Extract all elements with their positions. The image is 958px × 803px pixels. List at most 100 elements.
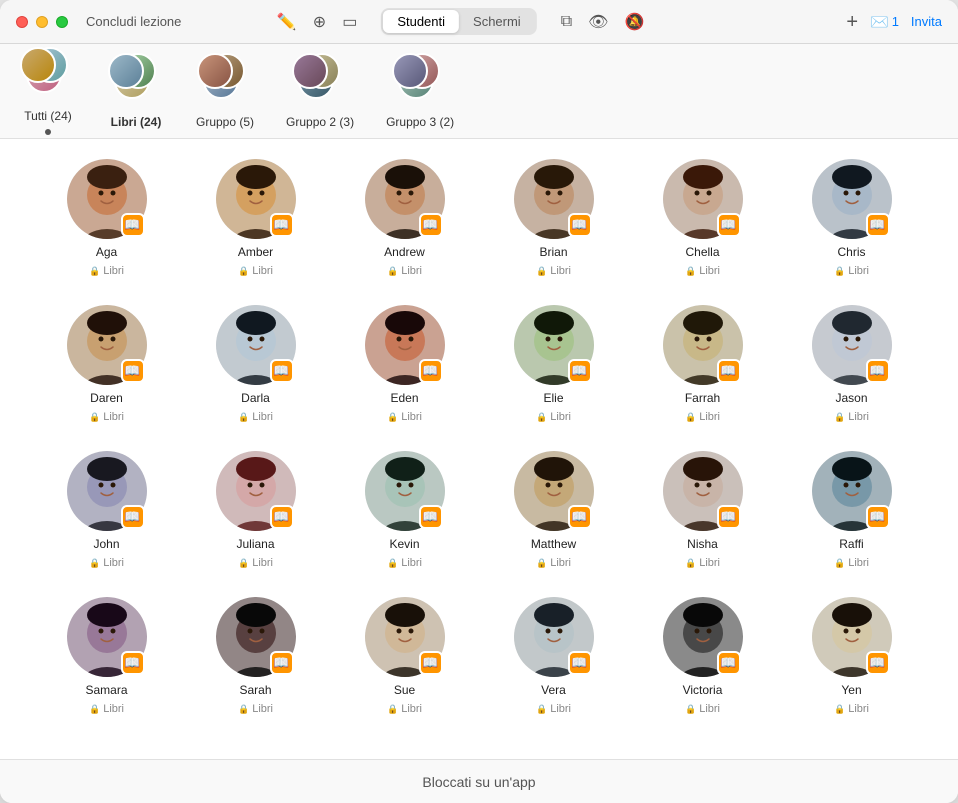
student-card-andrew[interactable]: 📖 Andrew 🔒 Libri bbox=[338, 159, 471, 277]
student-card-matthew[interactable]: 📖 Matthew 🔒 Libri bbox=[487, 451, 620, 569]
group-tutti[interactable]: Tutti (24) bbox=[20, 47, 76, 135]
books-badge: 📖 bbox=[568, 505, 592, 529]
student-card-elie[interactable]: 📖 Elie 🔒 Libri bbox=[487, 305, 620, 423]
tab-studenti[interactable]: Studenti bbox=[383, 10, 459, 33]
student-sub: 🔒 Libri bbox=[536, 557, 571, 569]
minimize-button[interactable] bbox=[36, 16, 48, 28]
student-card-raffi[interactable]: 📖 Raffi 🔒 Libri bbox=[785, 451, 918, 569]
student-card-brian[interactable]: 📖 Brian 🔒 Libri bbox=[487, 159, 620, 277]
student-card-jason[interactable]: 📖 Jason 🔒 Libri bbox=[785, 305, 918, 423]
maximize-button[interactable] bbox=[56, 16, 68, 28]
group-3-avatars bbox=[392, 53, 448, 109]
badge-button[interactable]: ✉️ 1 bbox=[870, 13, 899, 31]
bell-icon[interactable]: 🔕 bbox=[624, 12, 644, 32]
conclude-lezione-button[interactable]: Concludi lezione bbox=[80, 10, 187, 33]
group-1[interactable]: Gruppo (5) bbox=[196, 53, 254, 129]
student-card-victoria[interactable]: 📖 Victoria 🔒 Libri bbox=[636, 597, 769, 715]
student-card-chella[interactable]: 📖 Chella 🔒 Libri bbox=[636, 159, 769, 277]
group-3[interactable]: Gruppo 3 (2) bbox=[386, 53, 454, 129]
student-card-yen[interactable]: 📖 Yen 🔒 Libri bbox=[785, 597, 918, 715]
student-card-daren[interactable]: 📖 Daren 🔒 Libri bbox=[40, 305, 173, 423]
student-card-nisha[interactable]: 📖 Nisha 🔒 Libri bbox=[636, 451, 769, 569]
books-badge: 📖 bbox=[270, 651, 294, 675]
books-badge: 📖 bbox=[419, 651, 443, 675]
tab-schermi[interactable]: Schermi bbox=[459, 10, 535, 33]
student-sub: 🔒 Libri bbox=[685, 703, 720, 715]
students-grid: 📖 Aga 🔒 Libri bbox=[40, 159, 918, 735]
student-card-sarah[interactable]: 📖 Sarah 🔒 Libri bbox=[189, 597, 322, 715]
group-libri-avatars bbox=[108, 53, 164, 109]
lock-icon: 🔒 bbox=[685, 704, 696, 715]
lock-icon: 🔒 bbox=[89, 266, 100, 277]
badge-count: 1 bbox=[892, 14, 899, 29]
student-avatar-wrap: 📖 bbox=[663, 597, 743, 677]
student-avatar-wrap: 📖 bbox=[216, 159, 296, 239]
student-name: Eden bbox=[390, 391, 418, 405]
student-sub: 🔒 Libri bbox=[89, 703, 124, 715]
books-badge: 📖 bbox=[121, 505, 145, 529]
main-content: 📖 Aga 🔒 Libri bbox=[0, 139, 958, 759]
student-avatar-wrap: 📖 bbox=[67, 451, 147, 531]
lock-icon: 🔒 bbox=[536, 704, 547, 715]
student-name: Yen bbox=[841, 683, 861, 697]
student-sub: 🔒 Libri bbox=[834, 411, 869, 423]
student-card-juliana[interactable]: 📖 Juliana 🔒 Libri bbox=[189, 451, 322, 569]
titlebar: Concludi lezione ✏️ ⊕ ▭ Studenti Schermi… bbox=[0, 0, 958, 44]
close-button[interactable] bbox=[16, 16, 28, 28]
student-sub: 🔒 Libri bbox=[536, 703, 571, 715]
books-badge: 📖 bbox=[717, 505, 741, 529]
screen-icon[interactable]: ▭ bbox=[342, 12, 357, 32]
student-card-kevin[interactable]: 📖 Kevin 🔒 Libri bbox=[338, 451, 471, 569]
lock-icon: 🔒 bbox=[89, 412, 100, 423]
books-badge: 📖 bbox=[419, 505, 443, 529]
student-sub: 🔒 Libri bbox=[238, 265, 273, 277]
student-card-amber[interactable]: 📖 Amber 🔒 Libri bbox=[189, 159, 322, 277]
lock-icon: 🔒 bbox=[89, 704, 100, 715]
student-card-farrah[interactable]: 📖 Farrah 🔒 Libri bbox=[636, 305, 769, 423]
student-avatar-wrap: 📖 bbox=[812, 451, 892, 531]
student-card-darla[interactable]: 📖 Darla 🔒 Libri bbox=[189, 305, 322, 423]
student-sub: 🔒 Libri bbox=[536, 265, 571, 277]
student-sub: 🔒 Libri bbox=[536, 411, 571, 423]
traffic-lights bbox=[16, 16, 68, 28]
lock-icon: 🔒 bbox=[834, 558, 845, 569]
student-card-sue[interactable]: 📖 Sue 🔒 Libri bbox=[338, 597, 471, 715]
student-card-aga[interactable]: 📖 Aga 🔒 Libri bbox=[40, 159, 173, 277]
lock-icon: 🔒 bbox=[834, 412, 845, 423]
add-button[interactable]: + bbox=[846, 12, 858, 32]
pencil-icon[interactable]: ✏️ bbox=[277, 12, 297, 32]
lock-icon: 🔒 bbox=[834, 266, 845, 277]
student-card-eden[interactable]: 📖 Eden 🔒 Libri bbox=[338, 305, 471, 423]
student-card-samara[interactable]: 📖 Samara 🔒 Libri bbox=[40, 597, 173, 715]
bottom-bar-text: Bloccati su un'app bbox=[422, 774, 535, 790]
books-badge: 📖 bbox=[270, 359, 294, 383]
student-name: Farrah bbox=[685, 391, 720, 405]
group-2[interactable]: Gruppo 2 (3) bbox=[286, 53, 354, 129]
duplicate-icon[interactable]: ⧉ bbox=[561, 13, 572, 31]
lock-icon: 🔒 bbox=[238, 412, 249, 423]
titlebar-right: + ✉️ 1 Invita bbox=[846, 12, 942, 32]
student-card-chris[interactable]: 📖 Chris 🔒 Libri bbox=[785, 159, 918, 277]
student-name: Chella bbox=[685, 245, 719, 259]
student-sub: 🔒 Libri bbox=[89, 411, 124, 423]
student-card-vera[interactable]: 📖 Vera 🔒 Libri bbox=[487, 597, 620, 715]
group-libri[interactable]: Libri (24) bbox=[108, 53, 164, 129]
books-badge: 📖 bbox=[717, 359, 741, 383]
student-sub: 🔒 Libri bbox=[89, 557, 124, 569]
lock-icon: 🔒 bbox=[685, 558, 696, 569]
invite-button[interactable]: Invita bbox=[911, 14, 942, 29]
compass-icon[interactable]: ⊕ bbox=[313, 12, 326, 32]
group-1-avatars bbox=[197, 53, 253, 109]
student-name: Juliana bbox=[236, 537, 274, 551]
student-name: Sarah bbox=[239, 683, 271, 697]
eye-icon[interactable]: 👁 bbox=[588, 12, 608, 32]
group-libri-label: Libri (24) bbox=[111, 115, 162, 129]
student-card-john[interactable]: 📖 John 🔒 Libri bbox=[40, 451, 173, 569]
group-3-label: Gruppo 3 (2) bbox=[386, 115, 454, 129]
student-sub: 🔒 Libri bbox=[238, 557, 273, 569]
books-badge: 📖 bbox=[121, 359, 145, 383]
student-name: Jason bbox=[835, 391, 867, 405]
lock-icon: 🔒 bbox=[685, 266, 696, 277]
student-avatar-wrap: 📖 bbox=[663, 305, 743, 385]
student-name: John bbox=[93, 537, 119, 551]
